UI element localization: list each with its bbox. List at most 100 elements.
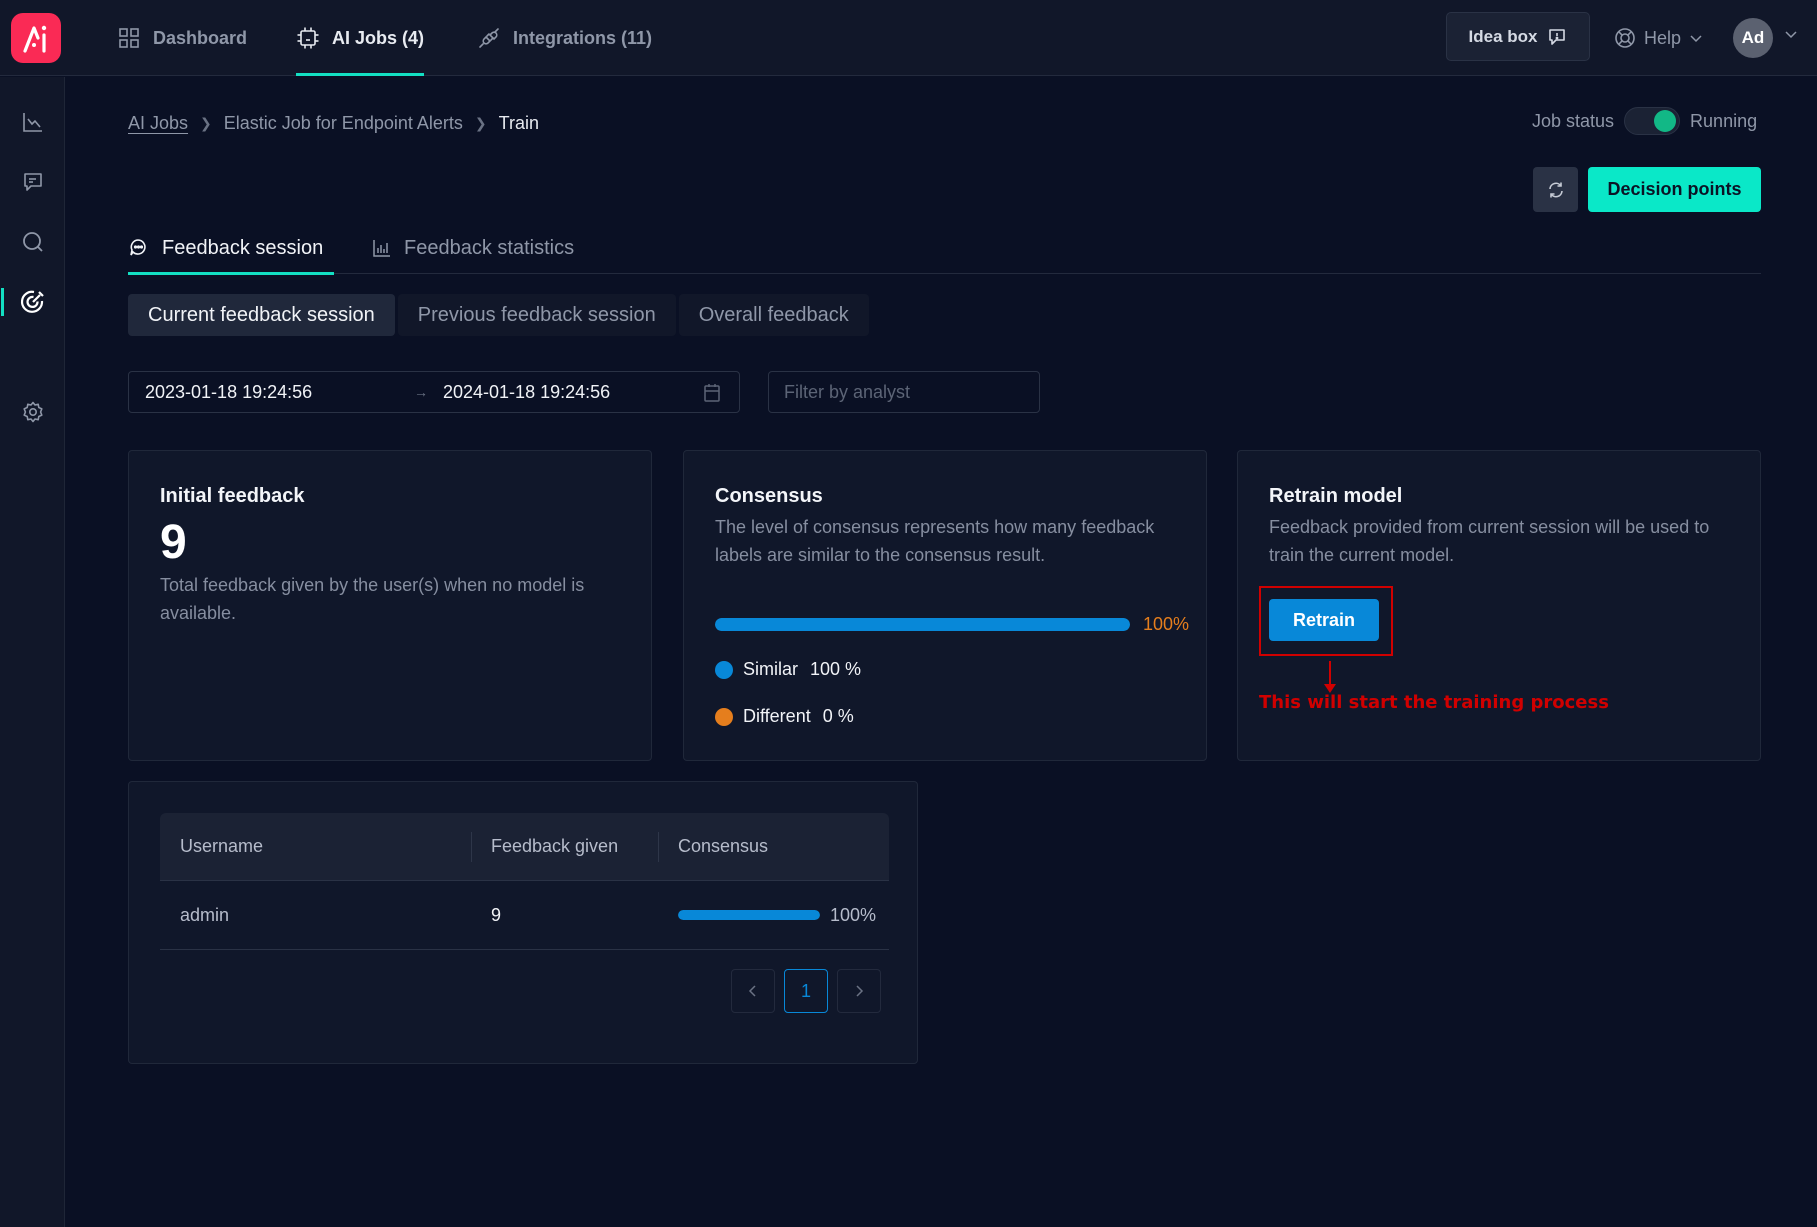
job-status-value: Running: [1690, 110, 1758, 131]
initial-feedback-title: Initial feedback: [160, 485, 305, 507]
sidebar-item-settings[interactable]: [0, 390, 65, 434]
sidebar-item-search[interactable]: [0, 220, 65, 264]
breadcrumb-current: Train: [498, 112, 539, 133]
date-to[interactable]: 2024-01-18 19:24:56: [443, 382, 610, 403]
column-username[interactable]: Username: [160, 813, 471, 880]
nav-ai-jobs-label: AI Jobs (4): [332, 27, 425, 48]
breadcrumb: AI Jobs ❯ Elastic Job for Endpoint Alert…: [128, 110, 539, 136]
consensus-progress-bar: [715, 618, 1130, 631]
tab-feedback-session[interactable]: Feedback session: [128, 222, 334, 275]
table-row[interactable]: admin 9 100%: [160, 881, 889, 950]
retrain-title: Retrain model: [1269, 485, 1403, 507]
plug-icon: [477, 26, 501, 50]
help-menu[interactable]: Help: [1614, 20, 1703, 56]
nav-ai-jobs[interactable]: AI Jobs (4): [296, 0, 425, 76]
bar-chart-icon: [373, 240, 390, 257]
sidebar-item-analytics[interactable]: [0, 100, 65, 144]
consensus-card: Consensus The level of consensus represe…: [683, 450, 1207, 761]
decision-points-button[interactable]: Decision points: [1588, 167, 1761, 212]
job-status-label: Job status: [1532, 110, 1615, 131]
session-segments: Current feedback session Previous feedba…: [128, 294, 869, 336]
analyst-table-card: Username Feedback given Consensus admin …: [128, 781, 918, 1064]
app-logo[interactable]: [11, 13, 61, 63]
consensus-title: Consensus: [715, 485, 823, 507]
row-consensus-fill: [678, 910, 820, 920]
annotation-arrow-icon: [1324, 661, 1336, 693]
message-icon: [23, 173, 42, 191]
breadcrumb-separator-icon: ❯: [200, 114, 212, 131]
tab-feedback-session-label: Feedback session: [162, 236, 324, 259]
row-consensus-bar: [678, 910, 820, 920]
prev-page-button[interactable]: [731, 969, 775, 1013]
cell-feedback-given: 9: [491, 904, 502, 925]
column-consensus[interactable]: Consensus: [658, 813, 889, 880]
nav-integrations[interactable]: Integrations (11): [477, 0, 652, 76]
analyst-table: Username Feedback given Consensus admin …: [160, 813, 889, 950]
initial-feedback-description: Total feedback given by the user(s) when…: [160, 575, 585, 623]
breadcrumb-ai-jobs[interactable]: AI Jobs: [128, 113, 188, 134]
grid-icon: [117, 26, 141, 50]
legend-similar: Similar 100 %: [715, 659, 861, 680]
segment-overall-feedback[interactable]: Overall feedback: [678, 294, 869, 336]
cell-username: admin: [180, 904, 230, 925]
help-label: Help: [1644, 27, 1682, 48]
consensus-percent: 100%: [1143, 614, 1190, 634]
target-icon: [20, 290, 44, 313]
pagination: 1: [731, 969, 881, 1013]
annotation-text: This will start the training process: [1259, 692, 1609, 713]
top-header: Dashboard AI Jobs (4) Integrations (11): [0, 0, 1817, 76]
refresh-button[interactable]: [1533, 167, 1578, 212]
gear-icon: [22, 401, 43, 423]
sidebar: [0, 77, 65, 1227]
table-header: Username Feedback given Consensus: [160, 813, 889, 881]
segment-previous-session[interactable]: Previous feedback session: [397, 294, 676, 336]
date-range-picker[interactable]: 2023-01-18 19:24:56 → 2024-01-18 19:24:5…: [128, 371, 740, 413]
segment-current-session[interactable]: Current feedback session: [128, 294, 395, 336]
chevron-left-icon: [748, 985, 756, 997]
tab-feedback-statistics-label: Feedback statistics: [404, 236, 575, 259]
next-page-button[interactable]: [837, 969, 881, 1013]
lifebuoy-icon: [1615, 28, 1635, 48]
legend-similar-value: 100 %: [810, 659, 862, 679]
breadcrumb-job[interactable]: Elastic Job for Endpoint Alerts: [224, 113, 463, 134]
analyst-filter-input[interactable]: [768, 371, 1040, 413]
calendar-icon: [704, 384, 720, 402]
date-from[interactable]: 2023-01-18 19:24:56: [145, 382, 312, 403]
nav-dashboard[interactable]: Dashboard: [117, 0, 247, 76]
sidebar-item-training[interactable]: [0, 280, 65, 324]
chevron-down-icon: [1690, 35, 1702, 43]
consensus-description: The level of consensus represents how ma…: [715, 517, 1155, 565]
nav-integrations-label: Integrations (11): [513, 27, 653, 48]
logo-icon: [23, 25, 47, 53]
search-icon: [22, 232, 43, 252]
refresh-icon: [1548, 182, 1563, 197]
retrain-description: Feedback provided from current session w…: [1269, 517, 1710, 565]
idea-box-button[interactable]: Idea box: [1446, 12, 1590, 61]
main-tabs: Feedback session Feedback statistics: [128, 222, 1761, 275]
initial-feedback-card: Initial feedback 9 Total feedback given …: [128, 450, 652, 761]
feedback-bubble-icon: [1549, 28, 1566, 45]
arrow-right-icon: →: [414, 384, 428, 400]
sidebar-item-messages[interactable]: [0, 160, 65, 204]
legend-different-label: Different: [743, 706, 811, 726]
different-dot-icon: [715, 707, 733, 726]
legend-different: Different 0 %: [715, 706, 854, 727]
chevron-down-icon[interactable]: [1784, 27, 1798, 41]
retrain-button[interactable]: Retrain: [1269, 599, 1379, 641]
page-1-button[interactable]: 1: [784, 969, 828, 1013]
breadcrumb-separator-icon: ❯: [474, 114, 487, 131]
tab-feedback-statistics[interactable]: Feedback statistics: [372, 222, 574, 274]
initial-feedback-count: 9: [160, 516, 187, 569]
consensus-progress-fill: [715, 618, 1130, 631]
retrain-model-card: Retrain model Feedback provided from cur…: [1237, 450, 1761, 761]
legend-different-value: 0 %: [822, 706, 854, 726]
chevron-right-icon: [856, 985, 864, 997]
chat-bubbles-icon: [130, 239, 146, 256]
job-status-toggle[interactable]: [1624, 107, 1681, 135]
row-consensus-percent: 100%: [830, 904, 877, 925]
cell-consensus: 100%: [658, 881, 889, 949]
nav-dashboard-label: Dashboard: [153, 27, 248, 48]
column-feedback-given[interactable]: Feedback given: [471, 813, 658, 880]
job-status: Job status Running: [1532, 106, 1757, 136]
user-avatar[interactable]: Ad: [1733, 18, 1773, 58]
